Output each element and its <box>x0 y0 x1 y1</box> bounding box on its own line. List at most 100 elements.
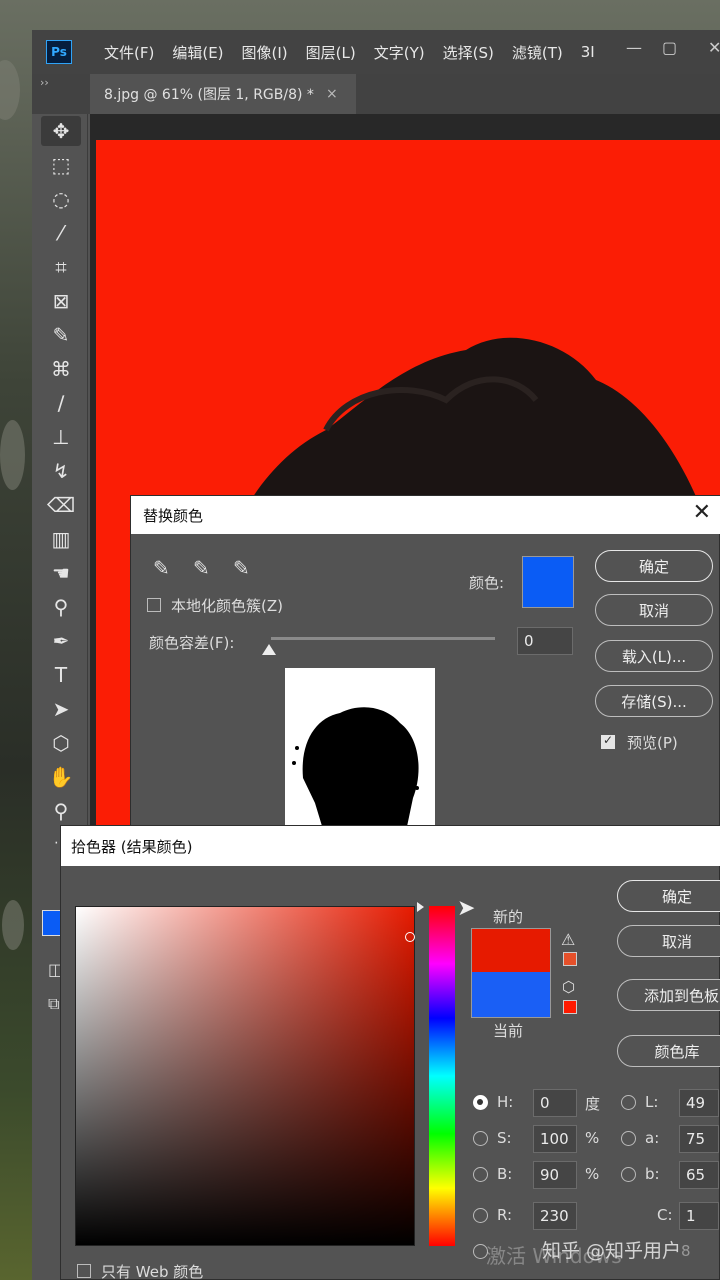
saturation-brightness-field[interactable] <box>75 906 415 1246</box>
add-to-swatches-button[interactable]: 添加到色板 <box>617 979 720 1011</box>
menu-select[interactable]: 选择(S) <box>443 42 494 63</box>
saturation-unit: % <box>585 1129 600 1147</box>
localized-clusters-label: 本地化颜色簇(Z) <box>171 597 283 615</box>
menu-edit[interactable]: 编辑(E) <box>172 42 223 63</box>
brightness-radio[interactable] <box>473 1167 488 1182</box>
lab-b-radio[interactable] <box>621 1167 636 1182</box>
cyan-label: C: <box>657 1206 673 1224</box>
menu-file[interactable]: 文件(F) <box>104 42 154 63</box>
history-brush-tool-icon[interactable]: ↯ <box>41 456 81 486</box>
lab-a-radio[interactable] <box>621 1131 636 1146</box>
lab-a-input[interactable]: 75 <box>679 1125 719 1153</box>
lab-l-input[interactable]: 49 <box>679 1089 719 1117</box>
type-tool-icon[interactable]: T <box>41 660 81 690</box>
foreground-color-swatch[interactable] <box>42 910 62 936</box>
preview-label: 预览(P) <box>627 734 678 752</box>
photoshop-logo: Ps <box>46 40 72 64</box>
hue-slider[interactable] <box>429 906 455 1246</box>
hue-label: H: <box>497 1093 514 1111</box>
menu-image[interactable]: 图像(I) <box>242 42 288 63</box>
minimize-icon[interactable]: — <box>626 38 642 57</box>
eyedropper-icon[interactable]: ✎ <box>153 556 170 580</box>
close-icon[interactable]: ✕ <box>693 500 711 525</box>
red-input[interactable]: 230 <box>533 1202 577 1230</box>
eraser-tool-icon[interactable]: ⌫ <box>41 490 81 520</box>
picker-ok-button[interactable]: 确定 <box>617 880 720 912</box>
tolerance-slider-track[interactable] <box>271 637 495 640</box>
marquee-tool-icon[interactable]: ⬚ <box>41 150 81 180</box>
current-color-label: 当前 <box>493 1022 524 1040</box>
lab-l-label: L: <box>645 1093 659 1111</box>
tolerance-label: 颜色容差(F): <box>149 634 235 652</box>
color-libraries-button[interactable]: 颜色库 <box>617 1035 720 1067</box>
lab-l-radio[interactable] <box>621 1095 636 1110</box>
hand-tool-icon[interactable]: ✋ <box>41 762 81 792</box>
mouse-cursor-icon: ➤ <box>457 896 476 921</box>
move-tool-icon[interactable]: ✥ <box>41 116 81 146</box>
brightness-input[interactable]: 90 <box>533 1161 577 1189</box>
lab-b-input[interactable]: 65 <box>679 1161 719 1189</box>
preview-mask <box>292 707 419 836</box>
saturation-radio[interactable] <box>473 1131 488 1146</box>
eyedropper-plus-icon[interactable]: ✎ <box>193 556 210 580</box>
smudge-tool-icon[interactable]: ☚ <box>41 558 81 588</box>
eyedropper-tool-icon[interactable]: ✎ <box>41 320 81 350</box>
crop-tool-icon[interactable]: ⌗ <box>41 252 81 282</box>
new-color-label: 新的 <box>493 908 524 926</box>
menu-3d[interactable]: 3I <box>581 43 595 61</box>
gradient-tool-icon[interactable]: ▥ <box>41 524 81 554</box>
hue-slider-arrow[interactable] <box>417 902 424 912</box>
replace-color-title-text: 替换颜色 <box>143 506 204 525</box>
web-colors-only-label: 只有 Web 颜色 <box>101 1263 204 1280</box>
zoom-tool-icon[interactable]: ⚲ <box>41 796 81 826</box>
menu-type[interactable]: 文字(Y) <box>374 42 425 63</box>
maximize-icon[interactable]: ▢ <box>662 38 677 57</box>
document-tab[interactable]: 8.jpg @ 61% (图层 1, RGB/8) * × <box>90 74 356 114</box>
color-field-marker[interactable] <box>405 932 415 942</box>
current-color-swatch[interactable] <box>471 972 551 1018</box>
document-tab-close-icon[interactable]: × <box>326 86 338 102</box>
magic-wand-tool-icon[interactable]: ⁄ <box>41 218 81 248</box>
menu-filter[interactable]: 滤镜(T) <box>512 42 563 63</box>
screen-mode-icon[interactable]: ⧉ <box>48 994 59 1014</box>
close-window-icon[interactable]: ✕ <box>708 38 720 57</box>
eyedropper-minus-icon[interactable]: ✎ <box>233 556 250 580</box>
web-safe-color-chip[interactable] <box>563 1000 577 1014</box>
pen-tool-icon[interactable]: ✒ <box>41 626 81 656</box>
replace-cancel-button[interactable]: 取消 <box>595 594 713 626</box>
tolerance-input[interactable]: 0 <box>517 627 573 655</box>
lasso-tool-icon[interactable]: ◌ <box>41 184 81 214</box>
picker-cancel-button[interactable]: 取消 <box>617 925 720 957</box>
preview-checkbox[interactable] <box>601 733 615 749</box>
menu-layer[interactable]: 图层(L) <box>306 42 356 63</box>
web-colors-only-checkbox[interactable] <box>77 1264 91 1278</box>
save-button[interactable]: 存储(S)... <box>595 685 713 717</box>
saturation-input[interactable]: 100 <box>533 1125 577 1153</box>
load-button[interactable]: 载入(L)... <box>595 640 713 672</box>
gamut-color-chip[interactable] <box>563 952 577 966</box>
frame-tool-icon[interactable]: ⊠ <box>41 286 81 316</box>
color-picker-title-text: 拾色器 (结果颜色) <box>71 837 193 856</box>
healing-tool-icon[interactable]: ⌘ <box>41 354 81 384</box>
lab-a-label: a: <box>645 1129 660 1147</box>
red-radio[interactable] <box>473 1208 488 1223</box>
hue-input[interactable]: 0 <box>533 1089 577 1117</box>
dodge-tool-icon[interactable]: ⚲ <box>41 592 81 622</box>
color-label: 颜色: <box>469 574 505 592</box>
tolerance-slider-thumb[interactable] <box>262 644 276 655</box>
hue-radio[interactable] <box>473 1095 488 1110</box>
replace-color-swatch[interactable] <box>522 556 574 608</box>
shape-tool-icon[interactable]: ⬡ <box>41 728 81 758</box>
web-safe-cube-icon[interactable]: ⬡ <box>562 978 575 996</box>
cyan-input[interactable]: 1 <box>679 1202 719 1230</box>
replace-ok-button[interactable]: 确定 <box>595 550 713 582</box>
hue-unit: 度 <box>585 1095 601 1113</box>
stamp-tool-icon[interactable]: ⊥ <box>41 422 81 452</box>
out-of-gamut-warning-icon[interactable]: ⚠ <box>561 930 575 949</box>
brush-tool-icon[interactable]: ∕ <box>41 388 81 418</box>
red-label: R: <box>497 1206 513 1224</box>
localized-clusters-checkbox[interactable] <box>147 598 161 612</box>
brightness-label: B: <box>497 1165 513 1183</box>
path-select-tool-icon[interactable]: ➤ <box>41 694 81 724</box>
panel-collapse-icon[interactable]: ›› <box>40 76 49 89</box>
